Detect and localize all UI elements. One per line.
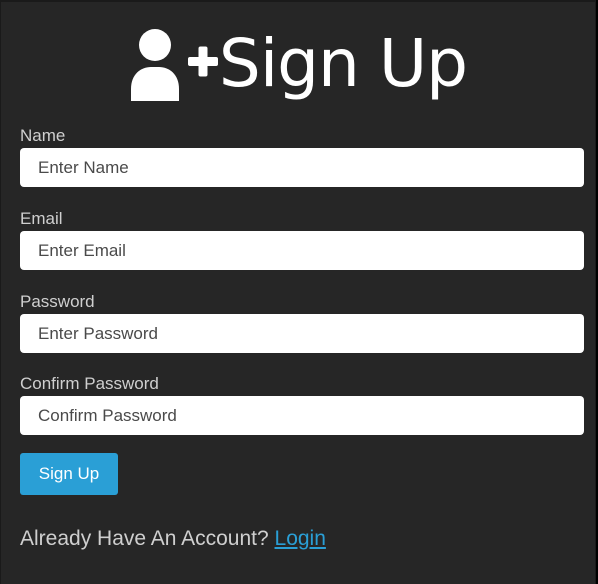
page-header: Sign Up <box>1 22 595 106</box>
login-prompt-text: Already Have An Account? <box>20 527 269 550</box>
login-link[interactable]: Login <box>275 527 326 550</box>
email-field[interactable] <box>20 231 584 270</box>
email-label: Email <box>20 209 63 228</box>
page-title: Sign Up <box>218 25 468 102</box>
login-prompt: Already Have An Account? Login <box>20 525 326 553</box>
password-label: Password <box>20 292 95 311</box>
user-plus-icon <box>129 27 221 101</box>
name-label: Name <box>20 126 66 145</box>
password-field[interactable] <box>20 314 584 353</box>
signup-card: Sign Up Name Email Password Confirm Pass… <box>0 0 596 584</box>
confirm-password-field[interactable] <box>20 396 584 435</box>
name-field[interactable] <box>20 148 584 187</box>
confirm-password-label: Confirm Password <box>20 374 159 393</box>
sign-up-button[interactable]: Sign Up <box>20 453 118 495</box>
